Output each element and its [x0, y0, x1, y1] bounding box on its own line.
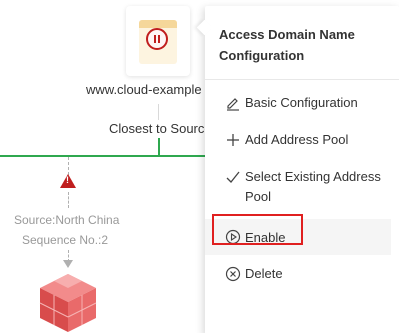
pool-sequence-label: Sequence No.:2	[22, 233, 109, 247]
menu-item-add-address-pool[interactable]: Add Address Pool	[211, 130, 389, 154]
menu-item-label: Delete	[245, 266, 283, 281]
context-menu: Access Domain Name Configuration Basic C…	[205, 6, 399, 333]
menu-item-select-existing-address-pool[interactable]: Select Existing Address Pool	[211, 167, 389, 211]
topology-canvas: www.cloud-example Closest to Source ! So…	[0, 0, 399, 333]
menu-item-label: Basic Configuration	[245, 95, 358, 110]
connector-line	[158, 104, 159, 120]
menu-item-basic-configuration[interactable]: Basic Configuration	[211, 93, 389, 117]
connector-line-green	[158, 138, 160, 156]
domain-name-label: www.cloud-example	[86, 82, 202, 97]
plus-icon	[227, 134, 239, 146]
arrow-down-icon	[63, 260, 73, 268]
connector-dashed	[68, 157, 69, 175]
pool-source-label: Source:North China	[14, 213, 120, 227]
address-pool-cube-icon[interactable]	[36, 272, 100, 333]
enable-highlight-box	[212, 214, 303, 245]
checkmark-icon	[226, 171, 240, 183]
close-circle-icon	[225, 266, 241, 282]
strategy-label: Closest to Source	[109, 121, 212, 136]
edit-icon	[227, 98, 239, 111]
menu-divider	[205, 79, 399, 80]
menu-title: Access Domain Name Configuration	[219, 27, 355, 63]
warning-symbol: !	[66, 175, 69, 185]
connector-dashed	[68, 192, 69, 208]
connector-line-horizontal	[0, 155, 205, 157]
menu-item-delete[interactable]: Delete	[211, 264, 389, 288]
domain-node-card[interactable]	[126, 6, 190, 76]
menu-item-label: Select Existing Address Pool	[245, 169, 381, 204]
menu-item-label: Add Address Pool	[245, 132, 349, 147]
pause-circle-icon	[146, 28, 168, 50]
warning-triangle-icon: !	[60, 174, 76, 188]
